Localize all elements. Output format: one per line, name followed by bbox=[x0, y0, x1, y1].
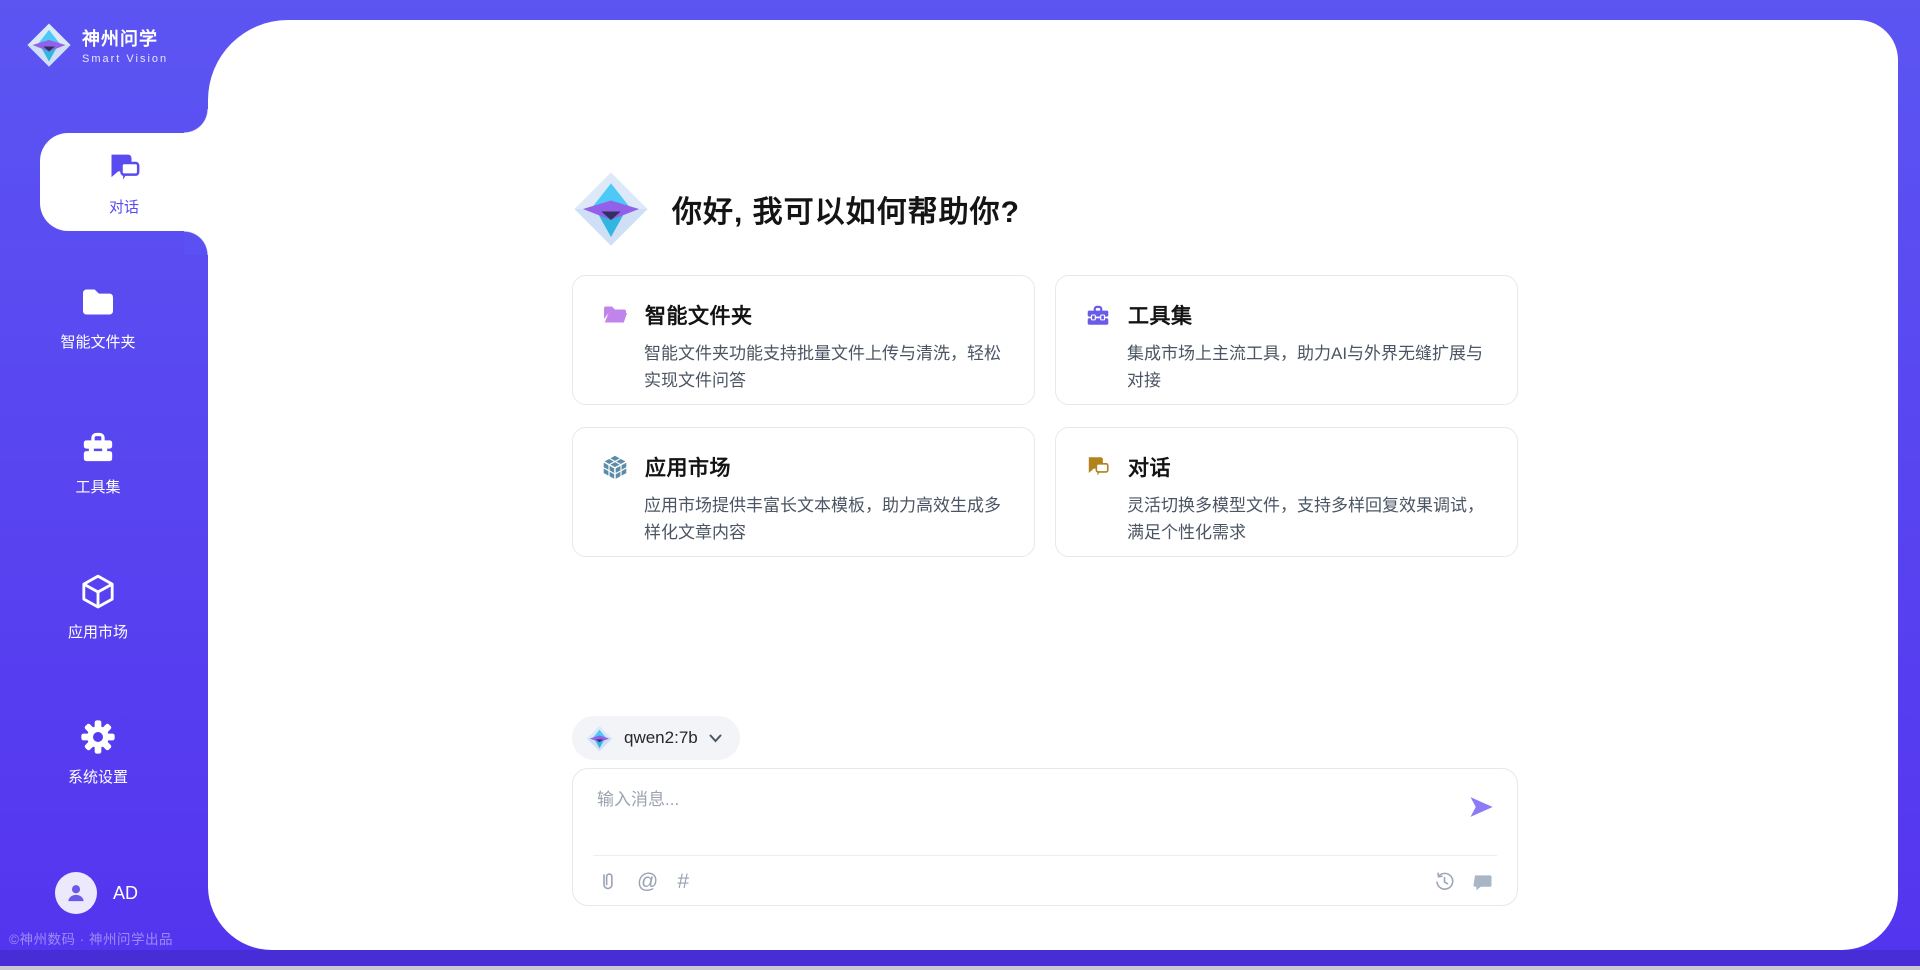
model-name: qwen2:7b bbox=[624, 728, 698, 748]
greeting-text: 你好, 我可以如何帮助你? bbox=[672, 187, 1020, 231]
tab-curve-bottom bbox=[184, 231, 208, 255]
person-icon bbox=[63, 880, 89, 906]
feature-cards: 智能文件夹 智能文件夹功能支持批量文件上传与清洗，轻松实现文件问答 工具集 集成… bbox=[572, 275, 1518, 557]
cube-grid-icon bbox=[602, 454, 628, 480]
main-panel: 你好, 我可以如何帮助你? 智能文件夹 智能文件夹功能支持批量文件上传与清洗，轻… bbox=[208, 20, 1898, 950]
brand-subtitle: Smart Vision bbox=[82, 53, 168, 65]
card-title: 应用市场 bbox=[645, 452, 731, 482]
card-toolset[interactable]: 工具集 集成市场上主流工具，助力AI与外界无缝扩展与对接 bbox=[1055, 275, 1518, 405]
composer-tools-right bbox=[1434, 871, 1493, 892]
toolbox-icon bbox=[78, 427, 118, 467]
sidebar-item-label: 智能文件夹 bbox=[60, 331, 135, 352]
composer-divider bbox=[593, 855, 1497, 856]
sidebar-item-app-market[interactable]: 应用市场 bbox=[0, 572, 196, 642]
sidebar-footer: ©神州数码 · 神州问学出品 bbox=[9, 928, 204, 948]
avatar bbox=[55, 872, 97, 914]
user-account[interactable]: AD bbox=[55, 872, 138, 914]
card-title: 工具集 bbox=[1128, 300, 1193, 330]
brand-name: 神州问学 bbox=[82, 25, 168, 51]
hash-icon[interactable]: # bbox=[677, 871, 689, 892]
bottom-bar bbox=[0, 950, 1920, 966]
bottom-edge bbox=[0, 966, 1920, 970]
sidebar-item-smart-folder[interactable]: 智能文件夹 bbox=[0, 282, 196, 352]
card-description: 智能文件夹功能支持批量文件上传与清洗，轻松实现文件问答 bbox=[644, 340, 1010, 394]
card-title: 智能文件夹 bbox=[645, 300, 753, 330]
brand-diamond-icon bbox=[26, 22, 72, 68]
chat-icon bbox=[1085, 454, 1111, 480]
send-icon[interactable] bbox=[1467, 793, 1495, 821]
composer-tools-left: @ # bbox=[597, 871, 689, 892]
card-description: 集成市场上主流工具，助力AI与外界无缝扩展与对接 bbox=[1127, 340, 1493, 394]
tab-curve-top bbox=[184, 109, 208, 133]
sidebar-item-label: 工具集 bbox=[75, 476, 120, 497]
toolbox-icon bbox=[1085, 302, 1111, 328]
card-app-market[interactable]: 应用市场 应用市场提供丰富长文本模板，助力高效生成多样化文章内容 bbox=[572, 427, 1035, 557]
mention-icon[interactable]: @ bbox=[637, 871, 658, 892]
card-description: 应用市场提供丰富长文本模板，助力高效生成多样化文章内容 bbox=[644, 492, 1010, 546]
sidebar-item-label: 系统设置 bbox=[68, 766, 128, 787]
message-input[interactable] bbox=[597, 785, 1427, 845]
brand-logo-block[interactable]: 神州问学 Smart Vision bbox=[26, 22, 168, 68]
chat-icon bbox=[104, 148, 144, 188]
sidebar-item-chat[interactable]: 对话 bbox=[40, 133, 208, 231]
greeting: 你好, 我可以如何帮助你? bbox=[572, 170, 1020, 248]
sidebar-item-settings[interactable]: 系统设置 bbox=[0, 717, 196, 787]
user-initials: AD bbox=[113, 883, 138, 904]
cube-icon bbox=[78, 572, 118, 612]
sidebar-item-label: 对话 bbox=[109, 196, 139, 217]
folder-icon bbox=[78, 282, 118, 322]
card-description: 灵活切换多模型文件，支持多样回复效果调试，满足个性化需求 bbox=[1127, 492, 1493, 546]
history-icon[interactable] bbox=[1434, 871, 1455, 892]
folder-open-icon bbox=[602, 302, 628, 328]
chevron-down-icon bbox=[709, 734, 722, 743]
sidebar: 神州问学 Smart Vision 对话 智能文件夹 工具集 bbox=[0, 0, 208, 970]
card-chat[interactable]: 对话 灵活切换多模型文件，支持多样回复效果调试，满足个性化需求 bbox=[1055, 427, 1518, 557]
gear-icon bbox=[78, 717, 118, 757]
feedback-icon[interactable] bbox=[1472, 871, 1493, 892]
card-smart-folder[interactable]: 智能文件夹 智能文件夹功能支持批量文件上传与清洗，轻松实现文件问答 bbox=[572, 275, 1035, 405]
greeting-diamond-icon bbox=[572, 170, 650, 248]
model-diamond-icon bbox=[586, 725, 613, 752]
attach-icon[interactable] bbox=[597, 871, 618, 892]
sidebar-item-toolset[interactable]: 工具集 bbox=[0, 427, 196, 497]
model-selector[interactable]: qwen2:7b bbox=[572, 716, 740, 760]
card-title: 对话 bbox=[1128, 452, 1171, 482]
sidebar-item-label: 应用市场 bbox=[68, 621, 128, 642]
message-composer: @ # bbox=[572, 768, 1518, 906]
